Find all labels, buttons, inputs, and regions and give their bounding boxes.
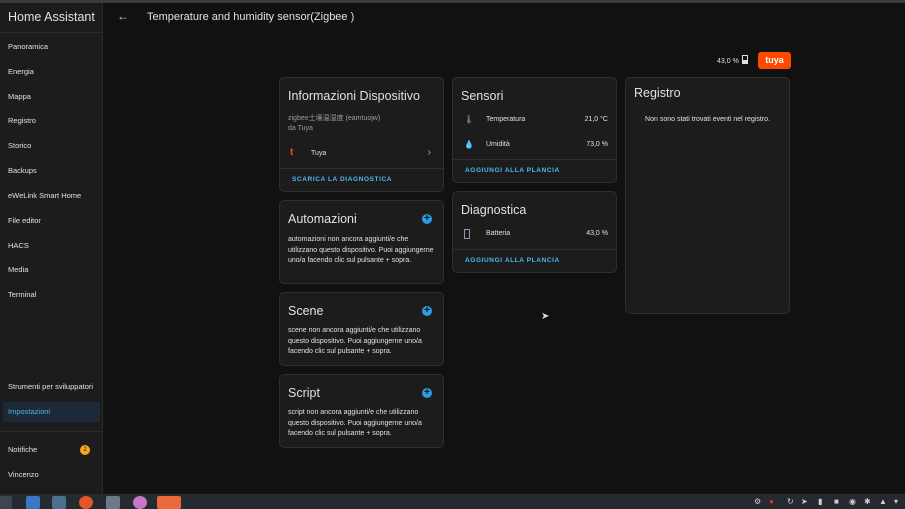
add-to-dashboard-diagnostics-button[interactable]: AGGIUNGI ALLA PLANCIA [465, 257, 560, 264]
taskbar-app-icon[interactable] [106, 496, 120, 509]
sidebar-item-panoramica[interactable]: Panoramica [0, 37, 102, 57]
tuya-logo: tuya [758, 52, 791, 69]
add-script-button[interactable]: + [422, 388, 432, 398]
tray-icon[interactable]: ■ [834, 497, 839, 506]
automations-card: Automazioni + automazioni non ancora agg… [279, 200, 444, 284]
sidebar-item-notifications[interactable]: Notifiche 2 [0, 440, 102, 460]
add-scene-button[interactable]: + [422, 306, 432, 316]
sensor-label: Umidità [486, 141, 510, 148]
diagnostic-row-battery[interactable]: Batteria 43,0 % [453, 226, 616, 244]
device-info-card: Informazioni Dispositivo zigbee土壤温湿度 (ea… [279, 77, 444, 192]
battery-icon [464, 229, 470, 239]
sidebar-item-storico[interactable]: Storico [0, 136, 102, 156]
sidebar-item-mappa[interactable]: Mappa [0, 87, 102, 107]
notifications-label: Notifiche [8, 445, 38, 454]
sidebar-item-backups[interactable]: Backups [0, 161, 102, 181]
device-manufacturer: da Tuya [288, 125, 313, 132]
diagnostics-title: Diagnostica [461, 203, 527, 217]
taskbar-app-icon[interactable] [52, 496, 66, 509]
sidebar-item-media[interactable]: Media [0, 260, 102, 280]
sensor-row-humidity[interactable]: 💧 Umidità 73,0 % [453, 137, 616, 155]
diagnostic-value: 43,0 % [586, 230, 608, 237]
integration-name: Tuya [311, 150, 327, 157]
telegram-icon[interactable] [157, 496, 181, 509]
tray-icon[interactable]: ◉ [849, 497, 856, 506]
battery-icon [741, 55, 748, 64]
card-divider [453, 159, 616, 160]
mouse-cursor-icon: ➤ [541, 311, 550, 322]
main-content: 43,0 % tuya Informazioni Dispositivo zig… [104, 32, 905, 494]
card-divider [280, 168, 443, 169]
sidebar-item-settings[interactable]: Impostazioni [3, 402, 100, 422]
automations-text: automazioni non ancora aggiunti/e che ut… [288, 236, 434, 264]
add-to-dashboard-sensors-button[interactable]: AGGIUNGI ALLA PLANCIA [465, 167, 560, 174]
chevron-right-icon: › [427, 147, 431, 158]
sensors-title: Sensori [461, 89, 504, 103]
taskbar-app-icon[interactable] [0, 496, 12, 509]
battery-indicator: 43,0 % [717, 55, 748, 65]
tray-icon[interactable]: ▲ [879, 497, 887, 506]
scenes-title: Scene [288, 304, 324, 318]
device-model: zigbee土壤温湿度 (eamtuojw) [288, 115, 381, 122]
sensor-value: 73,0 % [586, 141, 608, 148]
sensors-card: Sensori 🌡 Temperatura 21,0 °C 💧 Umidità … [452, 77, 617, 183]
sidebar-item-developer-tools[interactable]: Strumenti per sviluppatori [0, 377, 102, 397]
sidebar-item-registro[interactable]: Registro [0, 111, 102, 131]
browser-icon[interactable] [79, 496, 93, 509]
taskbar-app-icon[interactable] [26, 496, 40, 509]
download-diagnostics-button[interactable]: SCARICA LA DIAGNOSTICA [292, 176, 392, 183]
tray-icon[interactable]: ➤ [801, 497, 808, 506]
sensor-label: Temperatura [486, 116, 526, 123]
sidebar-item-user[interactable]: Vincenzo [0, 465, 102, 485]
device-info-title: Informazioni Dispositivo [288, 89, 420, 103]
add-automation-button[interactable]: + [422, 214, 432, 224]
sidebar: Home Assistant Panoramica Energia Mappa … [0, 3, 103, 494]
os-taskbar: ⚙ ● ↻ ➤ ▮ ■ ◉ ✱ ▲ ▾ [0, 494, 905, 509]
top-bar: ← Temperature and humidity sensor(Zigbee… [104, 3, 905, 32]
scripts-text: script non ancora aggiunti/e che utilizz… [288, 409, 422, 437]
taskbar-app-icon[interactable] [133, 496, 147, 509]
automations-title: Automazioni [288, 212, 357, 226]
thermometer-icon: 🌡 [464, 115, 475, 124]
tray-icon[interactable]: ▮ [818, 497, 822, 506]
tray-icon[interactable]: ● [769, 497, 774, 506]
sidebar-divider [0, 431, 102, 432]
sensor-row-temperature[interactable]: 🌡 Temperatura 21,0 °C [453, 112, 616, 130]
tray-icon[interactable]: ⚙ [754, 497, 761, 506]
scenes-text: scene non ancora aggiunti/e che utilizza… [288, 327, 422, 355]
sidebar-item-terminal[interactable]: Terminal [0, 285, 102, 305]
logbook-card: Registro Non sono stati trovati eventi n… [625, 77, 790, 314]
sidebar-item-hacs[interactable]: HACS [0, 236, 102, 256]
arrow-left-icon[interactable]: ← [117, 9, 129, 23]
sidebar-item-ewelink[interactable]: eWeLink Smart Home [0, 186, 102, 206]
tray-icon[interactable]: ↻ [787, 497, 794, 506]
logbook-empty: Non sono stati trovati eventi nel regist… [645, 116, 770, 123]
tuya-icon: t [290, 147, 294, 158]
diagnostic-label: Batteria [486, 230, 511, 237]
sensor-value: 21,0 °C [584, 116, 608, 123]
logbook-title: Registro [634, 86, 681, 100]
app-title: Home Assistant [0, 3, 102, 33]
card-divider [453, 249, 616, 250]
scripts-title: Script [288, 386, 320, 400]
water-drop-icon: 💧 [464, 140, 474, 149]
tray-icon[interactable]: ✱ [864, 497, 871, 506]
sidebar-item-file-editor[interactable]: File editor [0, 211, 102, 231]
tray-icon[interactable]: ▾ [894, 497, 898, 506]
battery-value: 43,0 % [717, 58, 739, 65]
notifications-badge: 2 [80, 445, 90, 455]
sidebar-item-energia[interactable]: Energia [0, 62, 102, 82]
page-title: Temperature and humidity sensor(Zigbee ) [147, 11, 355, 23]
scenes-card: Scene + scene non ancora aggiunti/e che … [279, 292, 444, 366]
integration-row[interactable]: t Tuya › [280, 142, 443, 166]
scripts-card: Script + script non ancora aggiunti/e ch… [279, 374, 444, 448]
diagnostics-card: Diagnostica Batteria 43,0 % AGGIUNGI ALL… [452, 191, 617, 273]
